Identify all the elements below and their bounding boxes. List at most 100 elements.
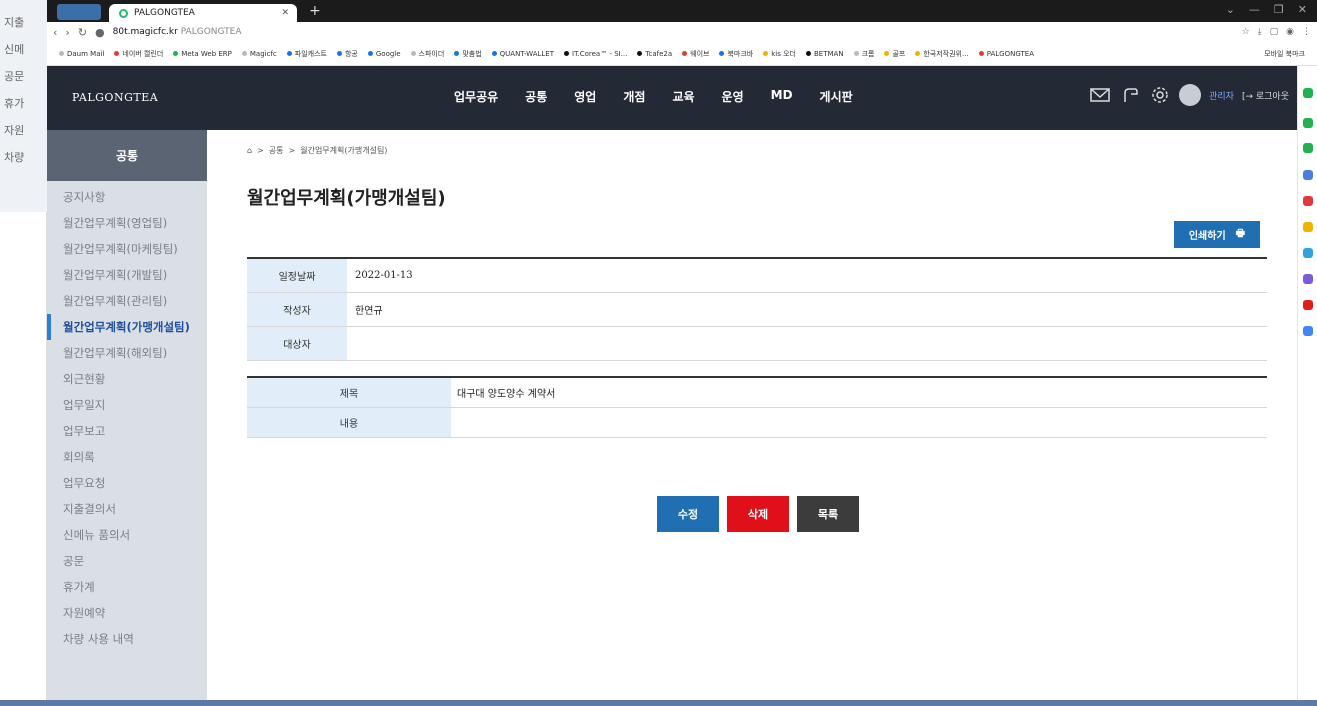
bookmark-item[interactable]: 항공 [336, 49, 358, 59]
extension-icon[interactable] [1303, 248, 1313, 258]
edit-button[interactable]: 수정 [657, 496, 719, 532]
nav-item[interactable]: 게시판 [820, 88, 853, 105]
sidebar-item[interactable]: 자원예약 [47, 600, 207, 626]
maximize-icon[interactable]: ❐ [1274, 3, 1284, 16]
bookmark-favicon-icon [806, 51, 811, 56]
extension-icon[interactable] [1303, 300, 1313, 310]
nav-item[interactable]: 운영 [722, 88, 744, 105]
print-button[interactable]: 인쇄하기 🖶 [1174, 221, 1260, 248]
sidebar-item[interactable]: 업무일지 [47, 392, 207, 418]
sidebar-item[interactable]: 월간업무계획(개발팀) [47, 262, 207, 288]
minimize-icon[interactable]: — [1249, 3, 1260, 16]
bookmark-label: Meta Web ERP [181, 49, 232, 58]
sidebar-item[interactable]: 차량 사용 내역 [47, 626, 207, 652]
nav-item[interactable]: 영업 [574, 88, 596, 105]
bookmark-item[interactable]: IT.Corea™ - SI... [564, 50, 627, 58]
bookmark-item[interactable]: 한국저작권위... [915, 49, 969, 59]
bookmark-item[interactable]: 맞춤법 [454, 49, 482, 59]
url-field[interactable]: 80t.magicfc.kr PALGONGTEA [113, 27, 242, 37]
bookmark-label: Tcafe2a [645, 49, 673, 58]
extension-icon[interactable] [1303, 222, 1313, 232]
sidebar-item[interactable]: 업무요청 [47, 470, 207, 496]
bookmark-item[interactable]: BETMAN [806, 50, 844, 58]
bookmark-item[interactable]: PALGONGTEA [978, 50, 1034, 58]
sidebar-item[interactable]: 월간업무계획(관리팀) [47, 288, 207, 314]
bookmark-item[interactable]: 스파이더 [410, 49, 444, 59]
sidebar-item[interactable]: 월간업무계획(영업팀) [47, 210, 207, 236]
bookmark-item[interactable]: Daum Mail [59, 50, 104, 58]
extension-icon[interactable] [1303, 118, 1313, 128]
extension-icon[interactable] [1303, 88, 1313, 98]
sidebar-item[interactable]: 회의록 [47, 444, 207, 470]
home-icon[interactable]: ⌂ [247, 146, 252, 155]
download-icon[interactable]: ⤓ [1258, 27, 1262, 37]
bookmark-item[interactable]: 크롬 [853, 49, 874, 59]
nav-item[interactable]: 업무공유 [454, 88, 498, 105]
sidebar-item[interactable]: 공지사항 [47, 184, 207, 210]
bookmark-item[interactable]: QUANT-WALLET [491, 50, 554, 58]
extension-icon[interactable] [1303, 326, 1313, 336]
sidebar-item[interactable]: 업무보고 [47, 418, 207, 444]
extension-icon[interactable] [1303, 196, 1313, 206]
nav-item[interactable]: 교육 [672, 88, 694, 105]
sidebar-item[interactable]: 월간업무계획(해외팀) [47, 340, 207, 366]
hand-icon[interactable] [1119, 84, 1141, 106]
back-icon[interactable]: ‹ [53, 26, 57, 39]
mail-icon[interactable] [1089, 84, 1111, 106]
settings-gear-icon[interactable] [1149, 84, 1171, 106]
bookmark-item[interactable]: Google [367, 50, 401, 58]
bookmark-item[interactable]: 네이버 캘린더 [114, 49, 163, 59]
bookmark-label: IT.Corea™ - SI... [572, 49, 628, 58]
user-name[interactable]: 관리자 [1209, 89, 1234, 102]
forward-icon[interactable]: › [65, 26, 69, 39]
list-button[interactable]: 목록 [797, 496, 859, 532]
bookmark-item[interactable]: Tcafe2a [637, 50, 672, 58]
tab-search-icon[interactable]: ⌄ [1226, 3, 1235, 16]
sidebar-item[interactable]: 지출결의서 [47, 496, 207, 522]
sidebar-item[interactable]: 외근현황 [47, 366, 207, 392]
nav-item[interactable]: MD [771, 88, 793, 105]
extension-icon[interactable] [1303, 170, 1313, 180]
sidebar-item[interactable]: 휴가계 [47, 574, 207, 600]
user-avatar[interactable] [1179, 84, 1202, 106]
mobile-bookmarks-folder[interactable]: 모바일 북마크 [1264, 49, 1305, 59]
date-label: 일정날짜 [247, 258, 347, 293]
delete-button[interactable]: 삭제 [727, 496, 789, 532]
reload-icon[interactable]: ↻ [78, 26, 87, 39]
close-window-icon[interactable]: ✕ [1298, 3, 1307, 16]
profile-icon[interactable]: ◉ [1286, 27, 1294, 37]
bookmark-label: BETMAN [814, 49, 844, 58]
sidebar-item[interactable]: 신메뉴 품의서 [47, 522, 207, 548]
close-tab-icon[interactable]: ✕ [281, 8, 289, 18]
sidebar-item[interactable]: 월간업무계획(마케팅팀) [47, 236, 207, 262]
print-button-label: 인쇄하기 [1188, 231, 1226, 242]
extension-icon[interactable] [1303, 143, 1313, 153]
menu-icon[interactable]: ⋮ [1302, 27, 1311, 37]
bookmark-item[interactable]: kis 오더 [763, 49, 796, 59]
breadcrumb-separator: > [257, 146, 264, 155]
sidebar-item[interactable]: 공문 [47, 548, 207, 574]
breadcrumb-item[interactable]: 공통 [269, 145, 284, 156]
bookmark-star-icon[interactable]: ☆ [1242, 27, 1250, 37]
subject-label: 제목 [247, 377, 451, 408]
nav-item[interactable]: 공통 [525, 88, 547, 105]
bookmark-favicon-icon [915, 51, 921, 56]
bookmark-item[interactable]: Meta Web ERP [173, 50, 232, 58]
breadcrumb-item[interactable]: 월간업무계획(가맹개설팀) [300, 145, 387, 156]
logout-link[interactable]: [→ 로그아웃 [1242, 89, 1289, 102]
extensions-icon[interactable]: ▢ [1270, 27, 1279, 37]
bookmark-item[interactable]: 북마크바 [719, 49, 753, 59]
extension-icon[interactable] [1303, 274, 1313, 284]
site-logo[interactable]: PALGONGTEA [72, 91, 158, 104]
pinned-tab-icon[interactable] [57, 4, 101, 20]
browser-tab[interactable]: PALGONGTEA ✕ [109, 4, 297, 22]
sidebar-item[interactable]: 월간업무계획(가맹개설팀) [47, 314, 207, 340]
bookmark-item[interactable]: 웨이브 [682, 49, 709, 59]
bookmark-item[interactable]: Magicfc [241, 50, 277, 58]
site-info-icon[interactable]: ● [95, 26, 105, 39]
new-tab-button[interactable]: + [309, 3, 321, 19]
bookmark-label: 항공 [344, 49, 358, 58]
nav-item[interactable]: 개점 [623, 88, 645, 105]
bookmark-item[interactable]: 파일캐스트 [286, 49, 327, 59]
bookmark-item[interactable]: 골프 [884, 49, 905, 59]
